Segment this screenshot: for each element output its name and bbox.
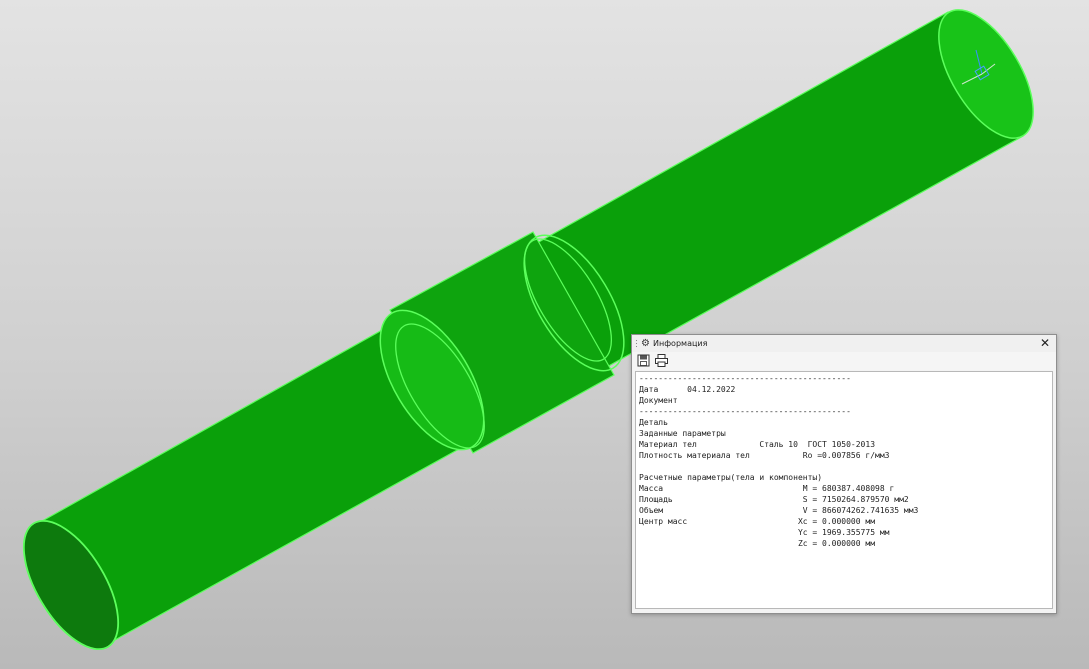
report-line: Площадь S = 7150264.879570 мм2: [639, 495, 909, 504]
close-button[interactable]: ✕: [1040, 335, 1050, 352]
report-line: Yc = 1969.355775 мм: [639, 528, 890, 537]
report-line: Объем V = 866074262.741635 мм3: [639, 506, 919, 515]
drag-grip-icon[interactable]: [635, 339, 638, 348]
print-icon: [655, 354, 668, 367]
report-line: Масса M = 680387.408098 г: [639, 484, 895, 493]
report-line: Деталь: [639, 418, 668, 427]
report-line: Заданные параметры: [639, 429, 726, 438]
gear-icon: ⚙: [641, 338, 650, 349]
save-icon: [637, 354, 650, 367]
report-line: Документ: [639, 396, 678, 405]
save-button[interactable]: [636, 353, 651, 368]
report-line: Центр масс Xc = 0.000000 мм: [639, 517, 876, 526]
report-line: Zc = 0.000000 мм: [639, 539, 876, 548]
report-text-area[interactable]: ----------------------------------------…: [635, 371, 1053, 609]
window-title: Информация: [653, 339, 708, 348]
report-line: ----------------------------------------…: [639, 407, 851, 416]
information-window[interactable]: ⚙ Информация ✕ -------------------------…: [631, 334, 1057, 614]
report-line: Материал тел Сталь 10 ГОСТ 1050-2013: [639, 440, 876, 449]
print-button[interactable]: [654, 353, 669, 368]
window-title-bar[interactable]: ⚙ Информация ✕: [632, 335, 1056, 352]
report-line: Дата 04.12.2022: [639, 385, 736, 394]
report-line: Плотность материала тел Ro =0.007856 г/м…: [639, 451, 890, 460]
window-toolbar: [632, 352, 1056, 370]
report-line: ----------------------------------------…: [639, 374, 851, 383]
report-line: Расчетные параметры(тела и компоненты): [639, 473, 823, 482]
